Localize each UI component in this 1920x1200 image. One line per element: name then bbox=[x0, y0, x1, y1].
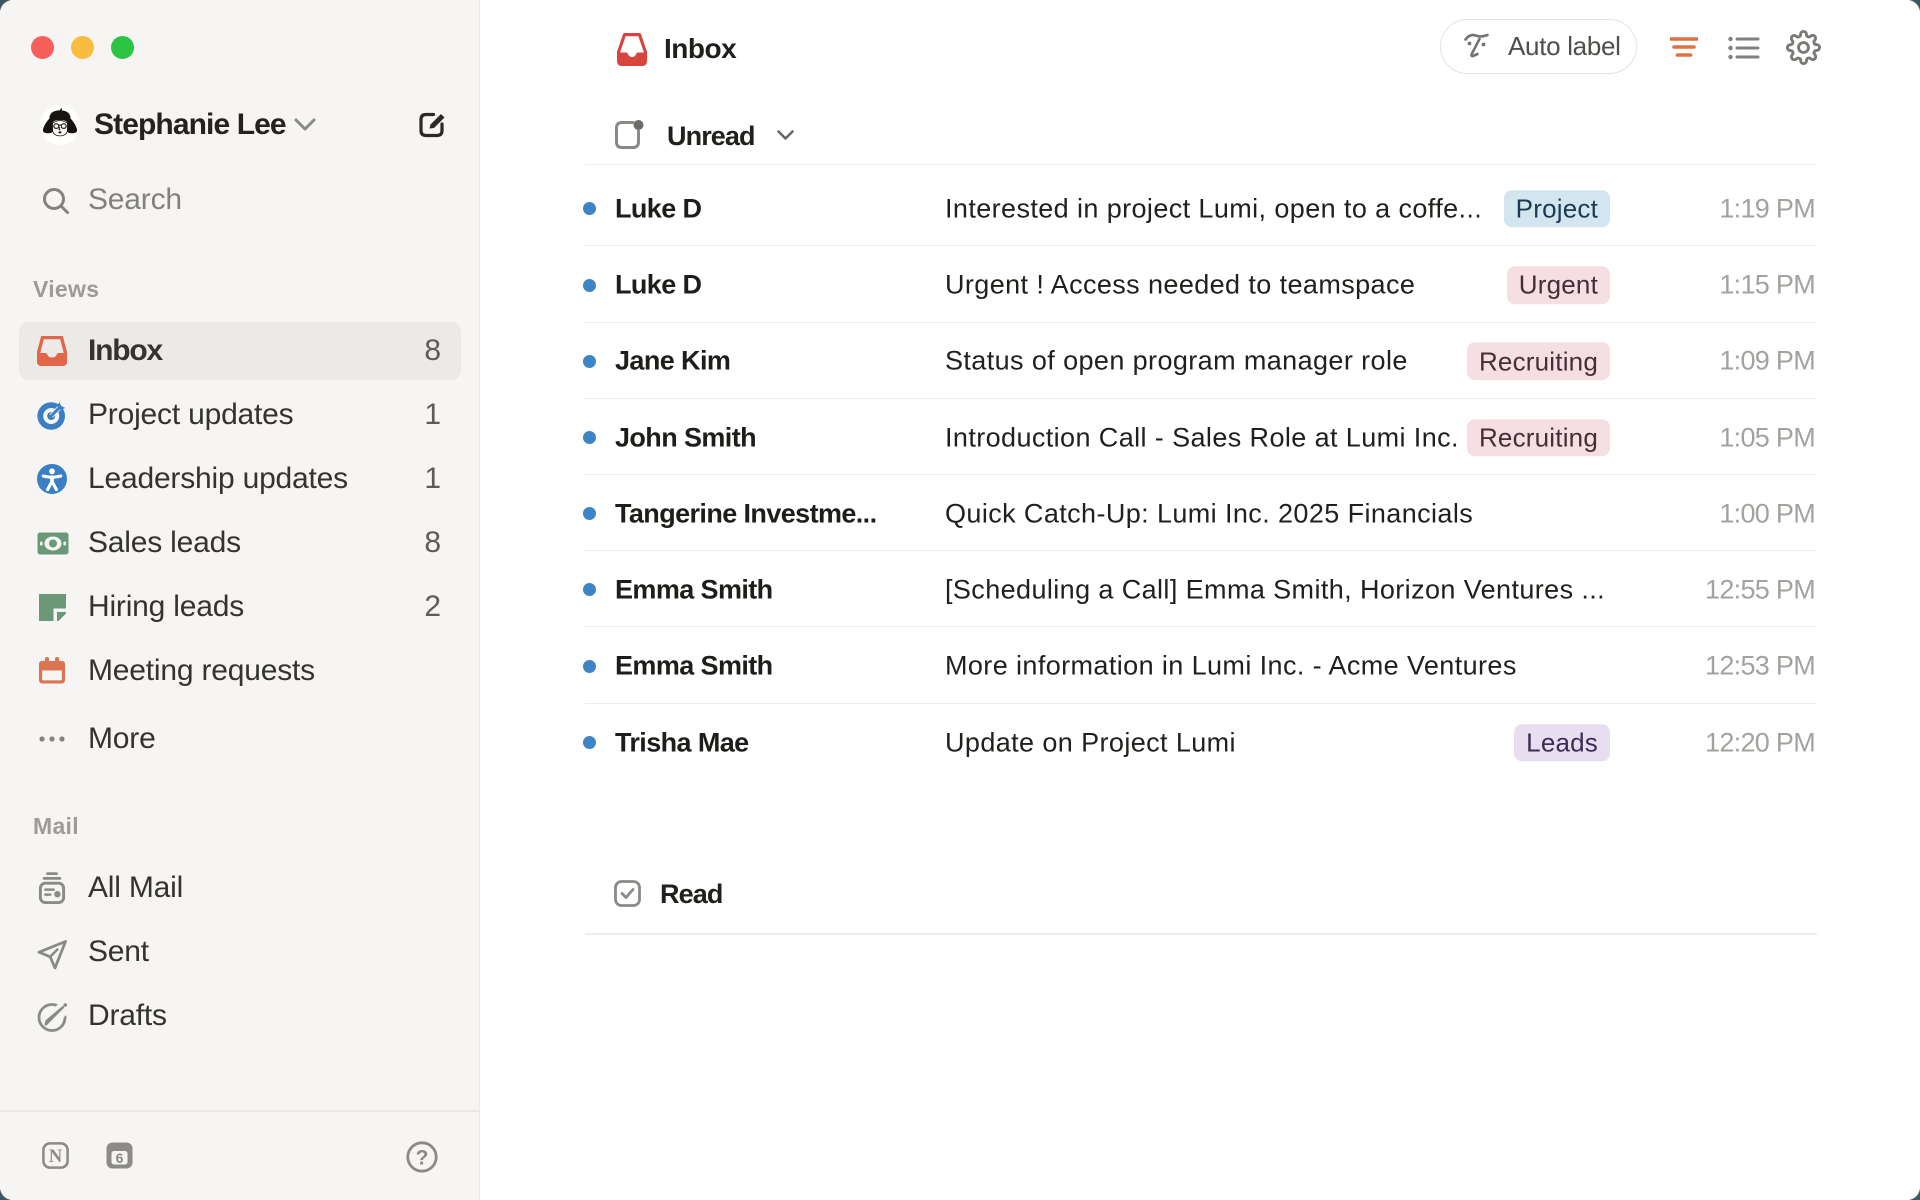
svg-text:6: 6 bbox=[116, 1150, 124, 1166]
svg-text:N: N bbox=[49, 1147, 63, 1167]
svg-text:?: ? bbox=[416, 1147, 429, 1170]
